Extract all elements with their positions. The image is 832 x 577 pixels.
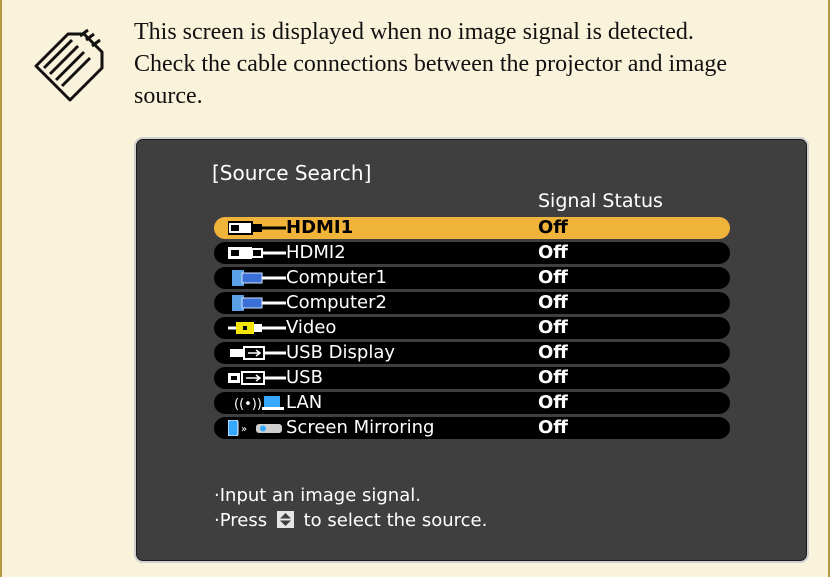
note-panel: This screen is displayed when no image s… <box>0 0 830 577</box>
source-label: Computer2 <box>286 292 387 313</box>
source-row-hdmi2[interactable]: HDMI2 Off <box>214 242 730 264</box>
source-label: HDMI2 <box>286 242 346 263</box>
source-row-computer2[interactable]: Computer2 Off <box>214 292 730 314</box>
source-status: Off <box>538 367 568 388</box>
computer-icon <box>232 295 286 311</box>
usb-display-icon <box>230 346 286 360</box>
screen-title: [Source Search] <box>212 161 372 185</box>
svg-text:((•)): ((•)) <box>234 397 262 411</box>
svg-text:»: » <box>241 424 247 435</box>
screen-mirroring-icon: » <box>228 420 282 436</box>
computer-icon <box>232 270 286 286</box>
source-status: Off <box>538 317 568 338</box>
note-line: Check the cable connections between the … <box>134 51 728 77</box>
video-icon <box>228 322 286 334</box>
source-row-screen-mirroring[interactable]: » Screen Mirroring Off <box>214 417 730 439</box>
note-icon <box>34 28 104 102</box>
source-row-computer1[interactable]: Computer1 Off <box>214 267 730 289</box>
source-list: HDMI1 Off HDMI2 Off Computer1 Off Comput… <box>214 217 730 442</box>
source-label: USB <box>286 367 323 388</box>
source-label: Computer1 <box>286 267 387 288</box>
note-line: source. <box>134 83 203 109</box>
usb-icon <box>228 371 286 385</box>
instructions: ·Input an image signal. ·Press to select… <box>214 483 487 533</box>
hdmi-icon <box>228 221 286 235</box>
hdmi-icon <box>228 247 286 259</box>
source-status: Off <box>538 242 568 263</box>
source-label: LAN <box>286 392 323 413</box>
source-status: Off <box>538 417 568 438</box>
instruction-press: ·Press <box>214 510 268 531</box>
source-row-lan[interactable]: ((•)) LAN Off <box>214 392 730 414</box>
instruction-line-1: ·Input an image signal. <box>214 485 421 506</box>
note-text: This screen is displayed when no image s… <box>134 16 794 112</box>
source-label: Screen Mirroring <box>286 417 435 438</box>
note-line: This screen is displayed when no image s… <box>134 19 694 45</box>
source-row-hdmi1[interactable]: HDMI1 Off <box>214 217 730 239</box>
source-label: Video <box>286 317 337 338</box>
source-row-video[interactable]: Video Off <box>214 317 730 339</box>
instruction-select: to select the source. <box>303 510 488 531</box>
signal-status-header: Signal Status <box>538 190 663 212</box>
up-down-arrow-icon <box>276 511 294 528</box>
source-row-usb[interactable]: USB Off <box>214 367 730 389</box>
source-label: USB Display <box>286 342 396 363</box>
source-search-screen: [Source Search] Signal Status HDMI1 Off <box>134 137 809 563</box>
source-status: Off <box>538 217 568 238</box>
source-status: Off <box>538 292 568 313</box>
source-status: Off <box>538 342 568 363</box>
source-row-usb-display[interactable]: USB Display Off <box>214 342 730 364</box>
source-status: Off <box>538 392 568 413</box>
lan-icon: ((•)) <box>234 396 284 411</box>
source-status: Off <box>538 267 568 288</box>
instruction-line-2: ·Press to select the source. <box>214 508 487 533</box>
source-label: HDMI1 <box>286 217 354 238</box>
